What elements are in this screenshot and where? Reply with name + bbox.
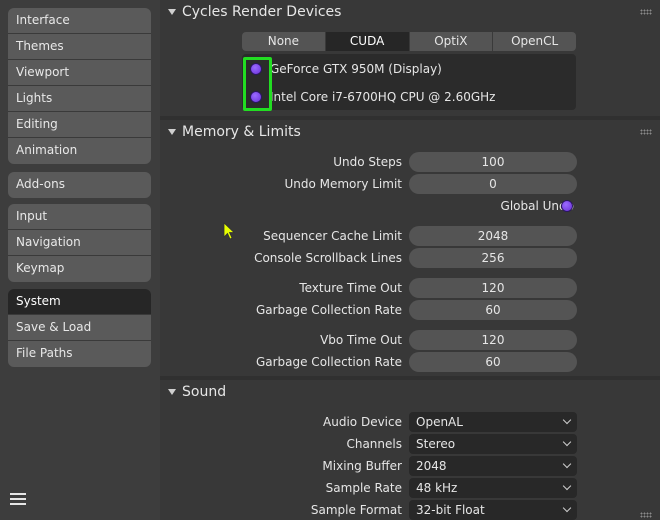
tab-opencl[interactable]: OpenCL bbox=[493, 32, 576, 51]
texture-gc-row: Garbage Collection Rate 60 bbox=[160, 300, 660, 320]
sidebar-item-keymap[interactable]: Keymap bbox=[8, 256, 151, 282]
undo-steps-row: Undo Steps 100 bbox=[160, 152, 660, 172]
menu-icon[interactable] bbox=[10, 493, 26, 509]
cycles-header[interactable]: Cycles Render Devices bbox=[160, 0, 660, 24]
undo-memory-field[interactable]: 0 bbox=[409, 174, 577, 194]
undo-steps-label: Undo Steps bbox=[333, 155, 402, 169]
vbo-timeout-row: Vbo Time Out 120 bbox=[160, 330, 660, 350]
console-scrollback-row: Console Scrollback Lines 256 bbox=[160, 248, 660, 268]
preferences-main: Cycles Render Devices None CUDA OptiX Op… bbox=[160, 0, 660, 520]
highlight-box bbox=[243, 57, 272, 111]
chevron-down-icon bbox=[562, 459, 572, 469]
device-name: Intel Core i7-6700HQ CPU @ 2.60GHz bbox=[270, 90, 496, 104]
chevron-down-icon bbox=[562, 481, 572, 491]
sidebar-item-navigation[interactable]: Navigation bbox=[8, 230, 151, 256]
sample-format-label: Sample Format bbox=[310, 503, 402, 517]
resize-grip-icon[interactable] bbox=[640, 512, 652, 518]
audio-device-row: Audio Device OpenAL bbox=[160, 412, 660, 432]
device-row[interactable]: Intel Core i7-6700HQ CPU @ 2.60GHz bbox=[242, 86, 572, 108]
undo-memory-label: Undo Memory Limit bbox=[284, 177, 402, 191]
texture-timeout-label: Texture Time Out bbox=[299, 281, 402, 295]
audio-device-label: Audio Device bbox=[323, 415, 402, 429]
audio-device-value: OpenAL bbox=[416, 415, 463, 429]
chevron-down-icon bbox=[562, 437, 572, 447]
memory-title: Memory & Limits bbox=[182, 124, 301, 140]
tab-none[interactable]: None bbox=[242, 32, 326, 51]
sound-header[interactable]: Sound bbox=[160, 380, 660, 404]
sidebar-item-viewport[interactable]: Viewport bbox=[8, 60, 151, 86]
console-scrollback-label: Console Scrollback Lines bbox=[254, 251, 402, 265]
cycles-section: Cycles Render Devices None CUDA OptiX Op… bbox=[160, 0, 660, 116]
sample-rate-row: Sample Rate 48 kHz bbox=[160, 478, 660, 498]
sidebar-item-file-paths[interactable]: File Paths bbox=[8, 341, 151, 367]
sidebar-item-input[interactable]: Input bbox=[8, 204, 151, 230]
collapse-triangle-icon bbox=[168, 9, 176, 15]
texture-gc-field[interactable]: 60 bbox=[409, 300, 577, 320]
device-row[interactable]: GeForce GTX 950M (Display) bbox=[242, 58, 572, 80]
chevron-down-icon bbox=[562, 503, 572, 513]
texture-gc-label: Garbage Collection Rate bbox=[255, 303, 402, 317]
drag-grip-icon[interactable] bbox=[640, 9, 652, 15]
sequencer-cache-row: Sequencer Cache Limit 2048 bbox=[160, 226, 660, 246]
sample-format-row: Sample Format 32-bit Float bbox=[160, 500, 660, 520]
sidebar-group-addons: Add-ons bbox=[8, 172, 151, 198]
undo-steps-field[interactable]: 100 bbox=[409, 152, 577, 172]
vbo-gc-label: Garbage Collection Rate bbox=[255, 355, 402, 369]
sample-rate-select[interactable]: 48 kHz bbox=[409, 478, 577, 498]
sound-section: Sound Audio Device OpenAL Channels Stere… bbox=[160, 380, 660, 520]
sample-format-value: 32-bit Float bbox=[416, 503, 485, 517]
sidebar-item-system[interactable]: System bbox=[8, 289, 151, 315]
tab-cuda[interactable]: CUDA bbox=[325, 32, 410, 51]
global-undo-checkbox[interactable] bbox=[561, 200, 573, 212]
mouse-cursor-icon bbox=[223, 222, 235, 240]
sidebar-item-animation[interactable]: Animation bbox=[8, 138, 151, 164]
device-name: GeForce GTX 950M (Display) bbox=[270, 62, 442, 76]
sequencer-cache-label: Sequencer Cache Limit bbox=[263, 229, 402, 243]
sidebar-group-input: Input Navigation Keymap bbox=[8, 204, 151, 282]
mixing-buffer-row: Mixing Buffer 2048 bbox=[160, 456, 660, 476]
mixing-buffer-value: 2048 bbox=[416, 459, 447, 473]
sidebar-item-add-ons[interactable]: Add-ons bbox=[8, 172, 151, 198]
texture-timeout-field[interactable]: 120 bbox=[409, 278, 577, 298]
device-list: GeForce GTX 950M (Display) Intel Core i7… bbox=[242, 54, 576, 110]
console-scrollback-field[interactable]: 256 bbox=[409, 248, 577, 268]
mixing-buffer-select[interactable]: 2048 bbox=[409, 456, 577, 476]
collapse-triangle-icon bbox=[168, 129, 176, 135]
mixing-buffer-label: Mixing Buffer bbox=[322, 459, 402, 473]
audio-device-select[interactable]: OpenAL bbox=[409, 412, 577, 432]
tab-optix[interactable]: OptiX bbox=[409, 32, 494, 51]
channels-select[interactable]: Stereo bbox=[409, 434, 577, 454]
vbo-gc-field[interactable]: 60 bbox=[409, 352, 577, 372]
channels-label: Channels bbox=[346, 437, 402, 451]
chevron-down-icon bbox=[562, 415, 572, 425]
sidebar-group-system: System Save & Load File Paths bbox=[8, 289, 151, 367]
vbo-timeout-field[interactable]: 120 bbox=[409, 330, 577, 350]
sound-title: Sound bbox=[182, 384, 227, 400]
channels-row: Channels Stereo bbox=[160, 434, 660, 454]
vbo-timeout-label: Vbo Time Out bbox=[320, 333, 402, 347]
channels-value: Stereo bbox=[416, 437, 456, 451]
device-tabs: None CUDA OptiX OpenCL bbox=[242, 32, 576, 51]
sidebar-item-editing[interactable]: Editing bbox=[8, 112, 151, 138]
memory-section: Memory & Limits Undo Steps 100 Undo Memo… bbox=[160, 120, 660, 376]
sequencer-cache-field[interactable]: 2048 bbox=[409, 226, 577, 246]
memory-header[interactable]: Memory & Limits bbox=[160, 120, 660, 144]
sidebar-item-themes[interactable]: Themes bbox=[8, 34, 151, 60]
sample-rate-value: 48 kHz bbox=[416, 481, 458, 495]
sample-format-select[interactable]: 32-bit Float bbox=[409, 500, 577, 520]
texture-timeout-row: Texture Time Out 120 bbox=[160, 278, 660, 298]
sidebar-item-interface[interactable]: Interface bbox=[8, 8, 151, 34]
sample-rate-label: Sample Rate bbox=[325, 481, 402, 495]
sidebar-group-ui: Interface Themes Viewport Lights Editing… bbox=[8, 8, 151, 164]
cycles-title: Cycles Render Devices bbox=[182, 4, 342, 20]
drag-grip-icon[interactable] bbox=[640, 129, 652, 135]
global-undo-row: Global Undo bbox=[160, 196, 660, 216]
vbo-gc-row: Garbage Collection Rate 60 bbox=[160, 352, 660, 372]
undo-memory-row: Undo Memory Limit 0 bbox=[160, 174, 660, 194]
sidebar-item-lights[interactable]: Lights bbox=[8, 86, 151, 112]
collapse-triangle-icon bbox=[168, 389, 176, 395]
sidebar: Interface Themes Viewport Lights Editing… bbox=[0, 0, 160, 520]
sidebar-item-save-load[interactable]: Save & Load bbox=[8, 315, 151, 341]
